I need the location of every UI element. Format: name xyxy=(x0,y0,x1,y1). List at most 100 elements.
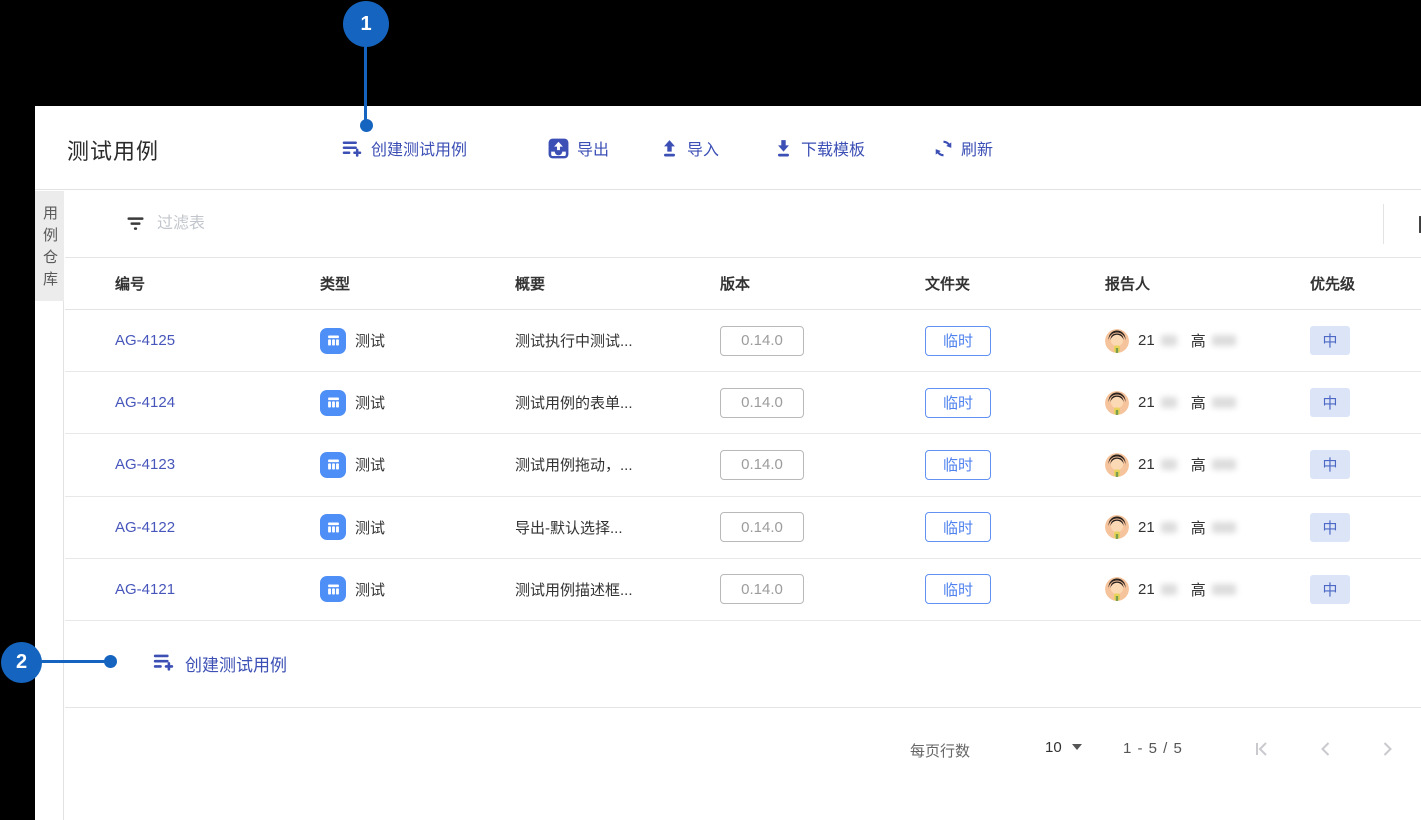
rows-per-page-select[interactable]: 10 xyxy=(1045,739,1082,756)
rows-per-page-value: 10 xyxy=(1045,739,1062,756)
case-summary[interactable]: 测试执行中测试... xyxy=(515,330,720,351)
case-id-link[interactable]: AG-4122 xyxy=(115,519,320,536)
table-row[interactable]: AG-4124 测试 测试用例的表单... 0.14.0 临时 xyxy=(65,372,1421,434)
export-label: 导出 xyxy=(577,136,609,160)
annotation-badge-2: 2 xyxy=(1,642,42,683)
app-window: 测试用例 创建测试用例 导出 xyxy=(35,106,1421,820)
main-content: 编号 类型 概要 版本 文件夹 报告人 优先级 AG-4125 测试 xyxy=(65,191,1421,820)
table-header-row: 编号 类型 概要 版本 文件夹 报告人 优先级 xyxy=(65,258,1421,310)
create-test-case-label: 创建测试用例 xyxy=(371,136,467,160)
table-row[interactable]: AG-4122 测试 导出-默认选择... 0.14.0 临时 xyxy=(65,497,1421,559)
reporter-cell: 21 高 xyxy=(1105,329,1310,353)
column-header-type[interactable]: 类型 xyxy=(320,273,515,294)
test-type-icon xyxy=(320,328,346,354)
column-header-id[interactable]: 编号 xyxy=(115,273,320,294)
case-type-label: 测试 xyxy=(355,330,385,351)
column-header-version[interactable]: 版本 xyxy=(720,273,925,294)
sidebar-tab-case-repository[interactable]: 用例仓库 xyxy=(35,191,64,301)
column-header-summary[interactable]: 概要 xyxy=(515,273,720,294)
version-field[interactable]: 0.14.0 xyxy=(720,450,804,480)
case-id-link[interactable]: AG-4124 xyxy=(115,394,320,411)
table-row[interactable]: AG-4123 测试 测试用例拖动，... 0.14.0 临时 xyxy=(65,434,1421,496)
case-type-cell: 测试 xyxy=(320,328,515,354)
reporter-id-prefix: 21 xyxy=(1138,332,1155,349)
create-test-case-inline-label: 创建测试用例 xyxy=(185,651,287,676)
create-row: 创建测试用例 xyxy=(65,621,1421,708)
redacted-text xyxy=(1212,459,1236,470)
folder-badge[interactable]: 临时 xyxy=(925,512,991,542)
case-type-cell: 测试 xyxy=(320,576,515,602)
page-header: 测试用例 创建测试用例 导出 xyxy=(35,106,1421,190)
version-field[interactable]: 0.14.0 xyxy=(720,574,804,604)
folder-badge[interactable]: 临时 xyxy=(925,574,991,604)
reporter-cell: 21 高 xyxy=(1105,515,1310,539)
reporter-name-prefix: 高 xyxy=(1191,392,1206,413)
case-summary[interactable]: 测试用例拖动，... xyxy=(515,454,720,475)
table-row[interactable]: AG-4125 测试 测试执行中测试... 0.14.0 临时 xyxy=(65,310,1421,372)
import-button[interactable]: 导入 xyxy=(659,136,719,160)
case-summary[interactable]: 导出-默认选择... xyxy=(515,517,720,538)
reporter-id-prefix: 21 xyxy=(1138,394,1155,411)
folder-badge[interactable]: 临时 xyxy=(925,450,991,480)
column-header-folder[interactable]: 文件夹 xyxy=(925,273,1105,294)
redacted-text xyxy=(1161,397,1177,408)
table-row[interactable]: AG-4121 测试 测试用例描述框... 0.14.0 临时 xyxy=(65,559,1421,621)
side-strip: 用例仓库 xyxy=(35,191,64,820)
version-field[interactable]: 0.14.0 xyxy=(720,388,804,418)
reporter-cell: 21 高 xyxy=(1105,391,1310,415)
case-id-link[interactable]: AG-4121 xyxy=(115,581,320,598)
upload-icon xyxy=(659,138,680,159)
priority-badge[interactable]: 中 xyxy=(1310,326,1350,355)
create-test-case-inline-button[interactable]: 创建测试用例 xyxy=(151,649,287,679)
page-title: 测试用例 xyxy=(67,134,159,166)
redacted-text xyxy=(1212,522,1236,533)
playlist-add-icon xyxy=(340,136,364,160)
create-test-case-button[interactable]: 创建测试用例 xyxy=(340,136,467,160)
column-settings-button[interactable] xyxy=(1414,212,1421,236)
priority-badge[interactable]: 中 xyxy=(1310,575,1350,604)
refresh-button[interactable]: 刷新 xyxy=(933,136,993,160)
column-header-priority[interactable]: 优先级 xyxy=(1310,273,1421,294)
playlist-add-icon xyxy=(151,649,176,679)
reporter-id-prefix: 21 xyxy=(1138,456,1155,473)
previous-page-button[interactable] xyxy=(1315,738,1337,760)
reporter-cell: 21 高 xyxy=(1105,577,1310,601)
refresh-icon xyxy=(933,138,954,159)
refresh-label: 刷新 xyxy=(961,136,993,160)
annotation-dot-1 xyxy=(360,119,373,132)
priority-badge[interactable]: 中 xyxy=(1310,513,1350,542)
folder-badge[interactable]: 临时 xyxy=(925,388,991,418)
download-icon xyxy=(773,138,794,159)
reporter-name-prefix: 高 xyxy=(1191,330,1206,351)
case-summary[interactable]: 测试用例的表单... xyxy=(515,392,720,413)
reporter-name-prefix: 高 xyxy=(1191,454,1206,475)
reporter-cell: 21 高 xyxy=(1105,453,1310,477)
case-type-label: 测试 xyxy=(355,454,385,475)
pagination-bar: 每页行数 10 1 - 5 / 5 xyxy=(65,708,1421,818)
first-page-button[interactable] xyxy=(1251,738,1273,760)
next-page-button[interactable] xyxy=(1376,738,1398,760)
case-id-link[interactable]: AG-4125 xyxy=(115,332,320,349)
priority-badge[interactable]: 中 xyxy=(1310,388,1350,417)
filter-separator xyxy=(1383,204,1384,244)
version-field[interactable]: 0.14.0 xyxy=(720,326,804,356)
import-label: 导入 xyxy=(687,136,719,160)
annotation-dot-2 xyxy=(104,655,117,668)
version-field[interactable]: 0.14.0 xyxy=(720,512,804,542)
case-id-link[interactable]: AG-4123 xyxy=(115,456,320,473)
case-summary[interactable]: 测试用例描述框... xyxy=(515,579,720,600)
filter-input[interactable] xyxy=(157,207,1337,241)
annotation-line-2 xyxy=(40,660,106,663)
reporter-avatar xyxy=(1105,391,1129,415)
filter-bar xyxy=(65,191,1421,258)
case-type-label: 测试 xyxy=(355,517,385,538)
filter-icon xyxy=(125,214,146,239)
priority-badge[interactable]: 中 xyxy=(1310,450,1350,479)
folder-badge[interactable]: 临时 xyxy=(925,326,991,356)
export-button[interactable]: 导出 xyxy=(547,136,609,160)
reporter-avatar xyxy=(1105,329,1129,353)
chevron-down-icon xyxy=(1072,744,1082,750)
column-header-reporter[interactable]: 报告人 xyxy=(1105,273,1310,294)
download-template-button[interactable]: 下载模板 xyxy=(773,136,865,160)
reporter-avatar xyxy=(1105,515,1129,539)
